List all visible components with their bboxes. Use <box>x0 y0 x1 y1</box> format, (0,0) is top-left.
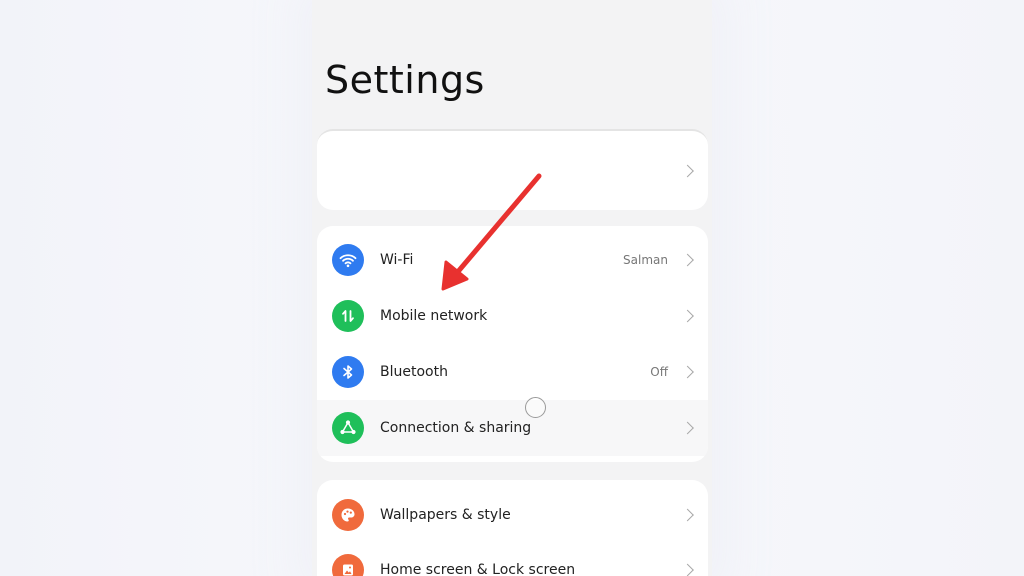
chevron-right-icon <box>681 421 694 435</box>
wifi-icon <box>332 244 364 276</box>
palette-icon <box>332 499 364 531</box>
settings-item-wallpapers-style[interactable]: Wallpapers & style <box>317 487 708 543</box>
settings-item-connection-sharing[interactable]: Connection & sharing <box>317 400 708 456</box>
page-title: Settings <box>325 58 485 102</box>
settings-item-label: Mobile network <box>380 308 488 324</box>
home-lock-icon <box>332 554 364 576</box>
settings-item-mobile-network[interactable]: Mobile network <box>317 288 708 344</box>
settings-item-wifi[interactable]: Wi-Fi Salman <box>317 232 708 288</box>
chevron-right-icon <box>681 508 694 522</box>
mobile-data-icon <box>332 300 364 332</box>
settings-item-label: Connection & sharing <box>380 420 532 436</box>
connections-card: Wi-Fi Salman Mobile network Bluetooth Of… <box>317 226 708 462</box>
chevron-right-icon <box>681 164 694 177</box>
personalization-card: Wallpapers & style Home screen & Lock sc… <box>317 480 708 576</box>
connection-sharing-icon <box>332 412 364 444</box>
bluetooth-status: Off <box>650 365 668 379</box>
chevron-right-icon <box>681 365 694 379</box>
settings-item-label: Bluetooth <box>380 364 448 380</box>
bluetooth-icon <box>332 356 364 388</box>
chevron-right-icon <box>681 309 694 323</box>
settings-item-label: Wi-Fi <box>380 252 414 268</box>
account-card[interactable] <box>317 129 708 210</box>
settings-item-home-lock-screen[interactable]: Home screen & Lock screen <box>317 542 708 576</box>
settings-item-bluetooth[interactable]: Bluetooth Off <box>317 344 708 400</box>
wifi-network-name: Salman <box>623 253 668 267</box>
settings-item-label: Home screen & Lock screen <box>380 562 576 576</box>
chevron-right-icon <box>681 253 694 267</box>
screen: Settings Wi-Fi Salman Mobile network Blu… <box>0 0 1024 576</box>
touch-indicator <box>525 397 546 418</box>
settings-item-label: Wallpapers & style <box>380 507 511 523</box>
chevron-right-icon <box>681 563 694 576</box>
